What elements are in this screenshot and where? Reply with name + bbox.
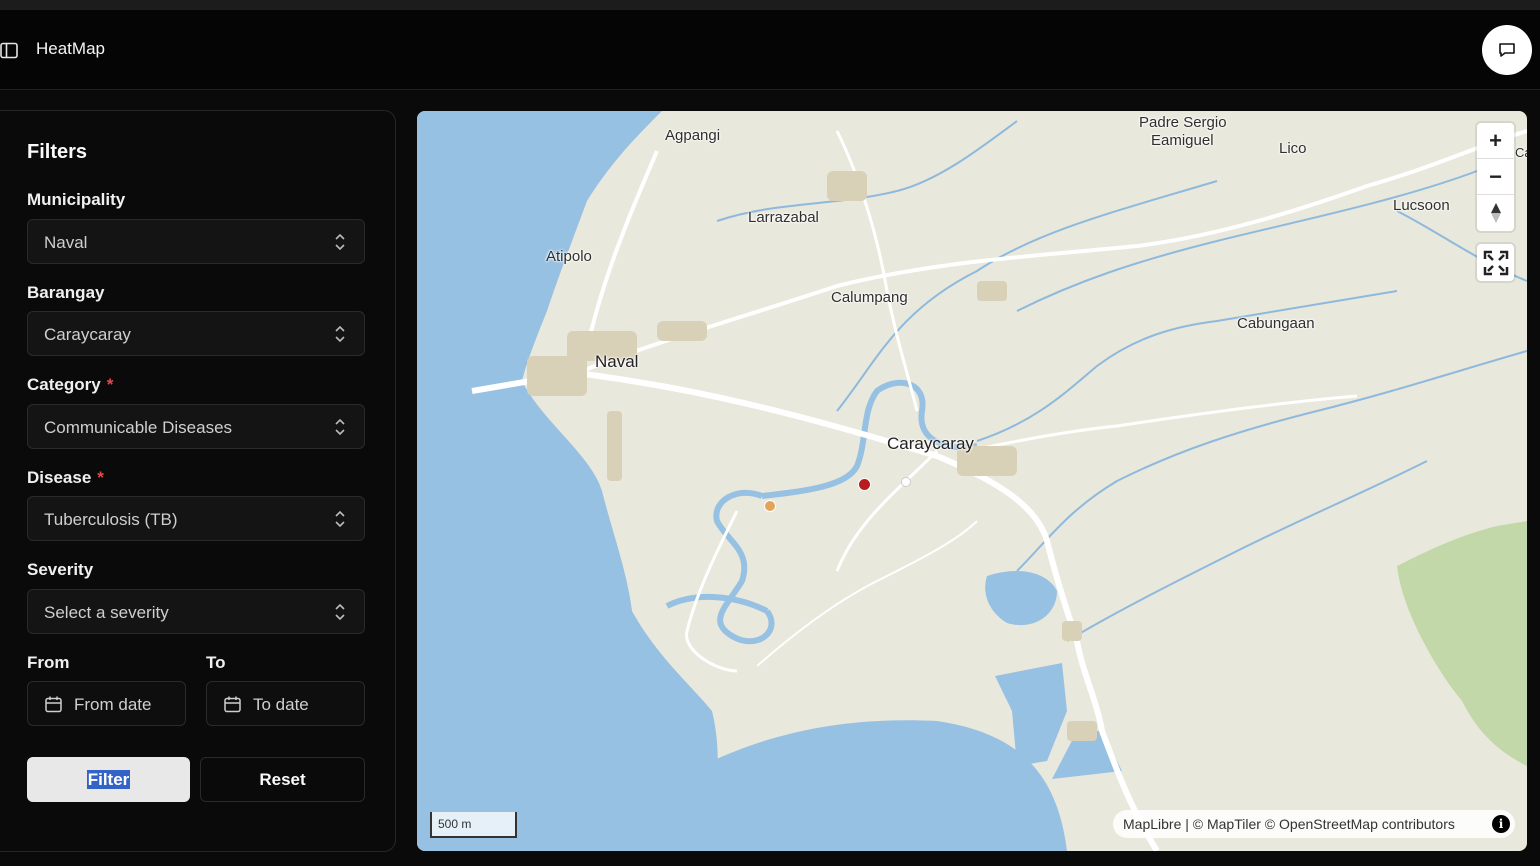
river	[976, 290, 1398, 442]
river	[1016, 170, 1478, 312]
municipality-select[interactable]: Naval	[27, 219, 365, 264]
place-label: Agpangi	[665, 127, 721, 144]
from-date-picker[interactable]: From date	[27, 681, 186, 726]
place-label: Lucsoon	[1393, 197, 1450, 214]
to-date-placeholder: To date	[253, 695, 309, 714]
calendar-icon	[224, 696, 241, 713]
map-base-layer	[417, 111, 1527, 851]
zoom-controls: + −	[1477, 123, 1514, 231]
river	[1016, 350, 1527, 572]
sea-area	[417, 111, 718, 851]
map-attribution: MapLibre | © MapTiler © OpenStreetMap co…	[1113, 810, 1515, 838]
required-mark: *	[106, 375, 114, 394]
bay-area	[712, 720, 1067, 851]
case-marker-medium[interactable]	[764, 500, 776, 512]
river	[713, 489, 775, 645]
zoom-out-button[interactable]: −	[1477, 159, 1514, 195]
chevron-updown-icon	[335, 418, 345, 436]
filters-panel: Filters Municipality Naval Barangay Cara…	[0, 110, 396, 852]
place-label: Padre Sergio	[1139, 114, 1227, 131]
filters-title: Filters	[27, 141, 88, 163]
category-label: Category *	[27, 375, 114, 394]
fullscreen-icon	[1483, 250, 1508, 275]
severity-select[interactable]: Select a severity	[27, 589, 365, 634]
page-title: HeatMap	[36, 39, 105, 58]
municipality-label: Municipality	[27, 190, 126, 209]
info-icon[interactable]: i	[1492, 815, 1510, 833]
compass-icon	[1490, 203, 1501, 223]
reset-button[interactable]: Reset	[200, 757, 365, 802]
fullscreen-button[interactable]	[1477, 244, 1514, 281]
lake	[985, 571, 1057, 626]
chevron-updown-icon	[335, 603, 345, 621]
place-label: Naval	[595, 352, 639, 371]
calendar-icon	[45, 696, 62, 713]
road	[576, 129, 1527, 375]
category-value: Communicable Diseases	[44, 418, 233, 437]
required-mark: *	[97, 468, 104, 487]
category-select[interactable]: Communicable Diseases	[27, 404, 365, 449]
filter-button[interactable]: Filter	[27, 757, 190, 802]
chevron-updown-icon	[335, 233, 345, 251]
place-label: Ca	[1515, 145, 1527, 160]
zoom-in-button[interactable]: +	[1477, 123, 1514, 159]
place-label: Cabungaan	[1237, 315, 1315, 332]
chevron-updown-icon	[335, 510, 345, 528]
road	[966, 394, 1358, 453]
place-label: Eamiguel	[1151, 132, 1214, 149]
app-header: HeatMap	[0, 10, 1540, 90]
barangay-value: Caraycaray	[44, 325, 131, 344]
from-label: From	[27, 653, 70, 672]
river	[665, 594, 769, 614]
place-label: Larrazabal	[748, 209, 819, 226]
map-scale: 500 m	[430, 812, 517, 838]
road	[756, 520, 978, 667]
place-label: Lico	[1279, 140, 1307, 157]
chevron-updown-icon	[335, 325, 345, 343]
to-date-picker[interactable]: To date	[206, 681, 365, 726]
to-label: To	[206, 653, 226, 672]
attribution-text[interactable]: MapLibre | © MapTiler © OpenStreetMap co…	[1123, 816, 1455, 832]
compass-button[interactable]	[1477, 195, 1514, 231]
sidebar-toggle-icon[interactable]	[0, 42, 20, 60]
disease-select[interactable]: Tuberculosis (TB)	[27, 496, 365, 541]
case-marker-high[interactable]	[858, 478, 871, 491]
park-area	[1397, 521, 1527, 766]
chat-button[interactable]	[1482, 25, 1532, 75]
place-label: Atipolo	[546, 248, 592, 265]
place-label: Caraycaray	[887, 434, 974, 453]
disease-label: Disease *	[27, 468, 104, 487]
from-date-placeholder: From date	[74, 695, 152, 714]
disease-value: Tuberculosis (TB)	[44, 510, 178, 529]
chat-icon	[1499, 43, 1515, 57]
barangay-select[interactable]: Caraycaray	[27, 311, 365, 356]
severity-label: Severity	[27, 560, 94, 579]
place-label: Calumpang	[831, 289, 908, 306]
map-view[interactable]: Agpangi Padre Sergio Eamiguel Lico Ca Lu…	[417, 111, 1527, 851]
barangay-label: Barangay	[27, 283, 105, 302]
municipality-value: Naval	[44, 233, 88, 252]
window-top-strip	[0, 0, 1540, 10]
river	[1066, 460, 1428, 642]
case-marker-low[interactable]	[901, 477, 911, 487]
severity-placeholder: Select a severity	[44, 603, 169, 622]
